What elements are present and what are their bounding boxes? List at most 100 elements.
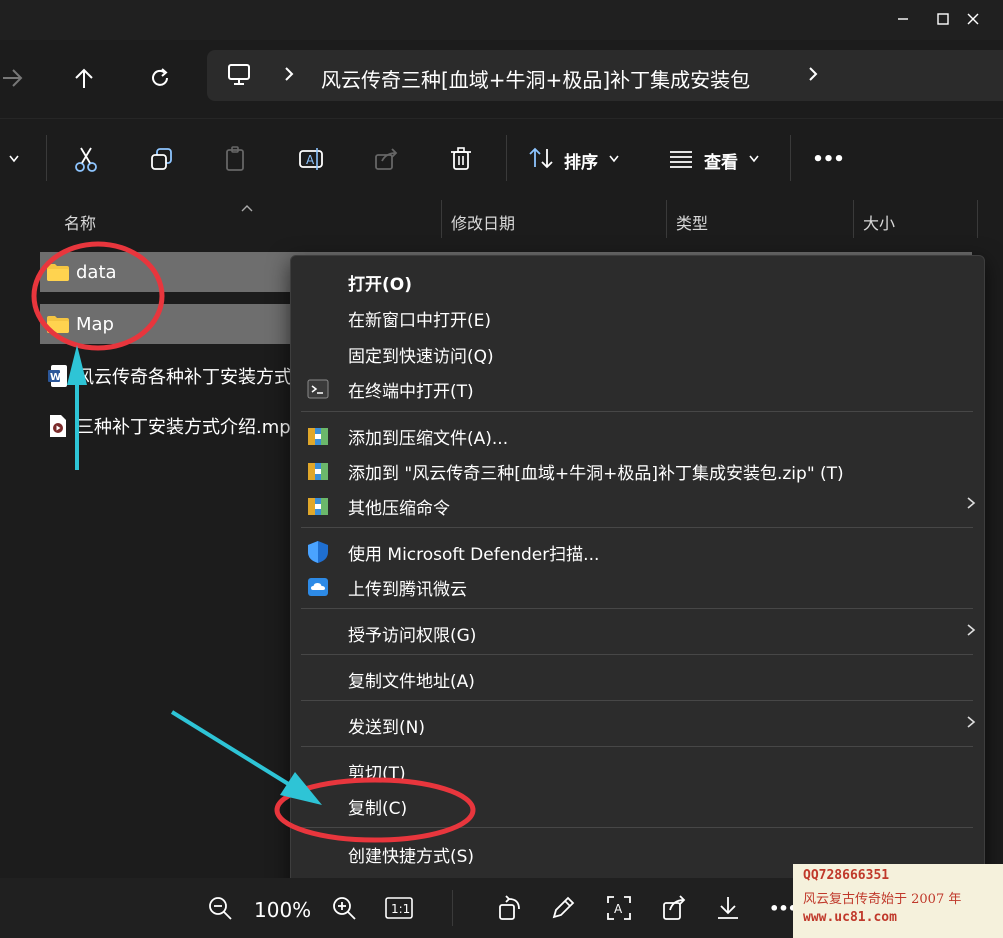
menu-item-label: 授予访问权限(G)	[348, 626, 477, 646]
chevron-down-icon[interactable]	[0, 139, 34, 179]
chevron-right-icon	[966, 495, 976, 515]
file-row-video[interactable]: 三种补丁安装方式介绍.mp	[40, 406, 291, 446]
sort-ascending-icon	[240, 198, 254, 217]
file-name: 风云传奇各种补丁安装方式	[76, 367, 292, 388]
monitor-icon	[227, 63, 253, 91]
close-icon[interactable]	[958, 8, 988, 30]
menu-item-grant-access[interactable]: 授予访问权限(G)	[291, 615, 984, 649]
view-label: 查看	[704, 152, 738, 173]
breadcrumb-current-folder[interactable]: 风云传奇三种[血域+牛洞+极品]补丁集成安装包	[321, 64, 750, 93]
menu-item-copy[interactable]: 复制(C)	[291, 788, 984, 822]
more-options-icon[interactable]: •••	[808, 139, 848, 179]
file-name: Map	[76, 313, 114, 335]
download-icon[interactable]	[711, 892, 745, 924]
zoom-in-icon[interactable]	[327, 892, 361, 924]
menu-item-cut[interactable]: 剪切(T)	[291, 753, 984, 787]
menu-item-defender-scan[interactable]: 使用 Microsoft Defender扫描...	[291, 534, 984, 568]
delete-icon[interactable]	[441, 139, 481, 179]
menu-item-label: 上传到腾讯微云	[348, 580, 467, 600]
menu-item-label: 使用 Microsoft Defender扫描...	[348, 545, 600, 565]
actual-size-button[interactable]: 1:1	[382, 892, 416, 924]
actual-size-label: 1:1	[391, 902, 410, 916]
sort-button[interactable]: 排序	[528, 145, 620, 175]
toolbar-divider	[790, 135, 791, 181]
weiyun-cloud-icon	[307, 576, 329, 598]
edit-pen-icon[interactable]	[546, 892, 580, 924]
maximize-icon[interactable]	[928, 8, 958, 30]
paste-icon[interactable]	[216, 139, 256, 179]
title-bar	[0, 0, 1003, 40]
menu-separator	[301, 654, 973, 655]
watermark-slogan: 风云复古传奇始于 2007 年	[803, 892, 962, 907]
file-row-doc[interactable]: W 风云传奇各种补丁安装方式	[40, 356, 292, 396]
chevron-right-icon[interactable]	[807, 64, 819, 88]
column-size[interactable]: 大小	[863, 210, 895, 234]
view-button[interactable]: 查看	[668, 145, 760, 175]
cut-icon[interactable]	[66, 139, 106, 179]
rotate-icon[interactable]	[493, 892, 527, 924]
menu-item-pin-quick-access[interactable]: 固定到快速访问(Q)	[291, 336, 984, 370]
winrar-icon	[307, 425, 329, 447]
svg-text:W: W	[50, 372, 61, 383]
minimize-icon[interactable]	[888, 8, 918, 30]
menu-item-label: 复制文件地址(A)	[348, 672, 475, 692]
watermark: QQ728666351 风云复古传奇始于 2007 年 www.uc81.com	[793, 864, 1003, 938]
menu-item-copy-path[interactable]: 复制文件地址(A)	[291, 661, 984, 695]
chevron-down-icon	[608, 150, 620, 170]
menu-item-label: 打开(O)	[348, 275, 412, 295]
menu-item-upload-weiyun[interactable]: 上传到腾讯微云	[291, 569, 984, 603]
menu-item-open-new-window[interactable]: 在新窗口中打开(E)	[291, 300, 984, 334]
toolbar-divider	[452, 890, 453, 926]
column-name[interactable]: 名称	[64, 210, 96, 234]
winrar-icon	[307, 460, 329, 482]
video-file-icon	[46, 414, 70, 438]
menu-item-add-archive[interactable]: 添加到压缩文件(A)...	[291, 418, 984, 452]
watermark-qq: QQ728666351	[803, 868, 890, 883]
menu-item-open[interactable]: 打开(O)	[291, 264, 984, 298]
menu-item-label: 发送到(N)	[348, 718, 425, 738]
zoom-out-icon[interactable]	[203, 892, 237, 924]
menu-separator	[301, 411, 973, 412]
chevron-right-icon[interactable]	[283, 64, 295, 88]
column-divider[interactable]	[441, 200, 442, 238]
menu-separator	[301, 700, 973, 701]
column-divider[interactable]	[666, 200, 667, 238]
menu-item-send-to[interactable]: 发送到(N)	[291, 707, 984, 741]
rename-icon[interactable]: A	[292, 139, 332, 179]
folder-icon	[46, 312, 70, 336]
list-view-icon	[668, 146, 694, 175]
toolbar-divider	[46, 135, 47, 181]
menu-item-other-compress[interactable]: 其他压缩命令	[291, 488, 984, 522]
menu-item-label: 添加到 "风云传奇三种[血域+牛洞+极品]补丁集成安装包.zip" (T)	[348, 464, 844, 484]
word-doc-icon: W	[46, 364, 70, 388]
menu-item-add-to-zip[interactable]: 添加到 "风云传奇三种[血域+牛洞+极品]补丁集成安装包.zip" (T)	[291, 453, 984, 487]
share-icon[interactable]	[366, 139, 406, 179]
column-type[interactable]: 类型	[676, 210, 708, 234]
menu-item-label: 其他压缩命令	[348, 499, 450, 519]
refresh-icon[interactable]	[138, 56, 182, 100]
copy-icon[interactable]	[142, 139, 182, 179]
sort-label: 排序	[564, 152, 598, 173]
watermark-site: www.uc81.com	[803, 910, 897, 925]
menu-item-label: 剪切(T)	[348, 764, 406, 784]
menu-item-label: 固定到快速访问(Q)	[348, 347, 494, 367]
column-divider[interactable]	[977, 200, 978, 238]
winrar-icon	[307, 495, 329, 517]
text-recognition-icon[interactable]: A	[602, 892, 636, 924]
folder-icon	[46, 260, 70, 284]
menu-item-open-terminal[interactable]: 在终端中打开(T)	[291, 371, 984, 405]
up-arrow-icon[interactable]	[62, 56, 106, 100]
menu-item-label: 创建快捷方式(S)	[348, 847, 475, 867]
address-bar[interactable]: 风云传奇三种[血域+牛洞+极品]补丁集成安装包	[207, 50, 1003, 101]
chevron-right-icon	[966, 622, 976, 642]
column-divider[interactable]	[853, 200, 854, 238]
svg-text:A: A	[306, 153, 315, 167]
column-modified[interactable]: 修改日期	[451, 210, 515, 234]
menu-separator	[301, 608, 973, 609]
sort-icon	[528, 146, 554, 175]
svg-text:A: A	[614, 902, 623, 916]
forward-arrow-icon[interactable]	[0, 56, 34, 100]
address-row: 风云传奇三种[血域+牛洞+极品]补丁集成安装包	[0, 40, 1003, 114]
terminal-icon	[307, 378, 329, 400]
share-icon[interactable]	[657, 892, 691, 924]
